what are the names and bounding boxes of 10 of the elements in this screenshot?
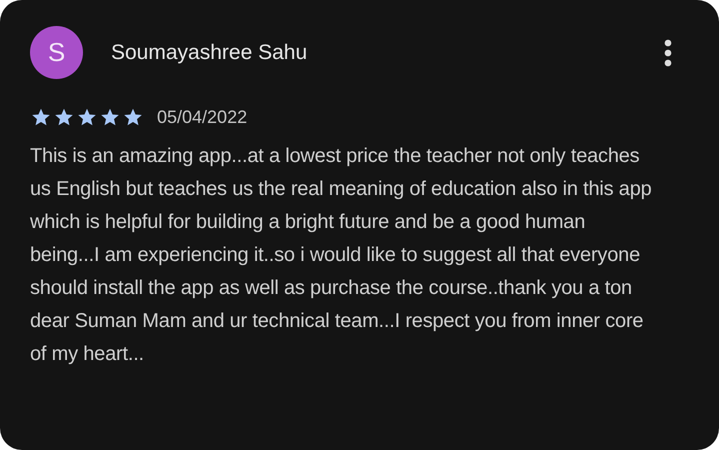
star-icon	[99, 107, 121, 128]
avatar: S	[30, 26, 83, 79]
review-date: 05/04/2022	[157, 107, 248, 128]
more-options-icon[interactable]	[664, 38, 672, 66]
author-name: Soumayashree Sahu	[111, 40, 308, 64]
star-icon	[53, 107, 75, 128]
review-text: This is an amazing app...at a lowest price the teacher not only teaches us English but teaches us the real meaning of education also in this app which is helpful for building a bright future and be a good human being...I am experiencing it..so i would like to suggest all that everyone should install the app as well as purchase the course..thank you a ton dear Suman Mam and ur technical team...I respect you from inner core of my heart...	[30, 144, 653, 367]
star-icon	[30, 107, 52, 128]
star-icon	[76, 107, 98, 128]
star-icon	[122, 107, 144, 128]
